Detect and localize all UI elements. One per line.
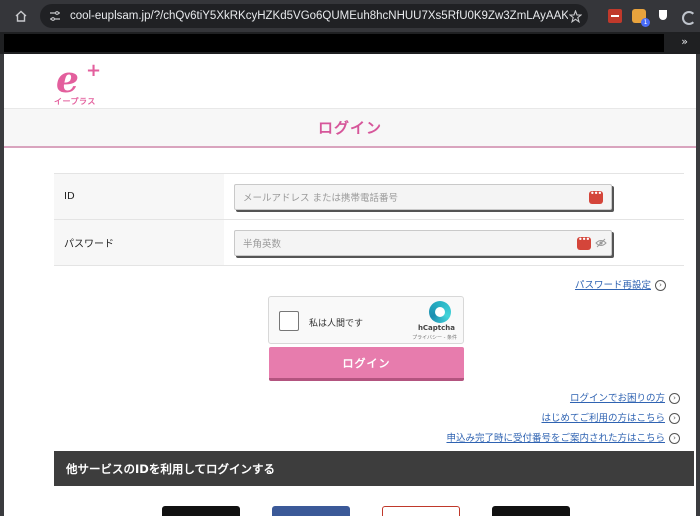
home-icon[interactable] bbox=[10, 5, 32, 27]
help-link-trouble[interactable]: ログインでお困りの方 › bbox=[446, 390, 680, 410]
captcha-label: 私は人間です bbox=[309, 319, 364, 329]
id-row: ID メールアドレス または携帯電話番号 bbox=[54, 174, 684, 220]
help-link-first-time[interactable]: はじめてご利用の方はこちら › bbox=[446, 410, 680, 430]
social-login-buttons bbox=[4, 506, 696, 516]
logo-e-mark: e bbox=[56, 59, 79, 101]
help-link-label: 申込み完了時に受付番号をご案内された方はこちら bbox=[446, 433, 665, 444]
arrow-circle-icon: › bbox=[669, 433, 680, 444]
arrow-circle-icon: › bbox=[655, 280, 666, 291]
social-login-button-3[interactable] bbox=[382, 506, 460, 516]
extension-icon[interactable] bbox=[608, 9, 622, 23]
bookmarks-bar: » bbox=[0, 32, 700, 54]
password-manager-icon[interactable] bbox=[589, 189, 603, 204]
page-title: ログイン bbox=[317, 119, 382, 137]
login-button[interactable]: ログイン bbox=[269, 347, 464, 381]
help-link-label: はじめてご利用の方はこちら bbox=[541, 413, 665, 424]
show-password-icon[interactable] bbox=[595, 238, 607, 248]
social-login-button-4[interactable] bbox=[492, 506, 570, 516]
password-field[interactable]: 半角英数 bbox=[234, 229, 612, 256]
help-link-receipt-number[interactable]: 申込み完了時に受付番号をご案内された方はこちら › bbox=[446, 430, 680, 450]
captcha-checkbox[interactable] bbox=[279, 311, 299, 331]
password-placeholder: 半角英数 bbox=[243, 238, 282, 250]
login-form: ID メールアドレス または携帯電話番号 パスワード 半角英数 bbox=[54, 173, 684, 266]
site-info-icon[interactable] bbox=[48, 9, 62, 23]
social-login-button-1[interactable] bbox=[162, 506, 240, 516]
shield-extension-icon[interactable] bbox=[656, 9, 670, 23]
password-label: パスワード bbox=[54, 220, 224, 265]
bookmarks-overflow-button[interactable]: » bbox=[681, 35, 688, 48]
page-content: e + イープラス ログイン ID メールアドレス または携帯電話番号 パスワー… bbox=[4, 54, 696, 516]
arrow-circle-icon: › bbox=[669, 393, 680, 404]
logo-plus-mark: + bbox=[86, 60, 102, 81]
id-field[interactable]: メールアドレス または携帯電話番号 bbox=[234, 183, 612, 210]
eplus-logo[interactable]: e + イープラス bbox=[52, 59, 112, 110]
browser-toolbar: cool-euplsam.jp/?/chQv6tiY5XkRKcyHZKd5VG… bbox=[0, 0, 700, 32]
rss-extension-icon[interactable]: 1 bbox=[632, 9, 650, 27]
other-services-heading: 他サービスのIDを利用してログインする bbox=[54, 451, 694, 486]
password-manager-icon[interactable] bbox=[577, 235, 591, 250]
url-text[interactable]: cool-euplsam.jp/?/chQv6tiY5XkRKcyHZKd5VG… bbox=[70, 10, 568, 22]
sync-extension-icon[interactable] bbox=[680, 9, 696, 25]
hcaptcha-logo-icon bbox=[429, 301, 451, 323]
captcha-legal-links[interactable]: プライバシー - 条件 bbox=[412, 334, 457, 341]
bookmark-star-icon[interactable] bbox=[568, 9, 582, 23]
id-label: ID bbox=[54, 174, 224, 219]
hcaptcha-widget: 私は人間です hCaptcha プライバシー - 条件 bbox=[268, 296, 464, 344]
help-links: ログインでお困りの方 › はじめてご利用の方はこちら › 申込み完了時に受付番号をご… bbox=[446, 390, 680, 450]
logo-subtext: イープラス bbox=[54, 97, 96, 106]
address-bar[interactable]: cool-euplsam.jp/?/chQv6tiY5XkRKcyHZKd5VG… bbox=[40, 4, 588, 28]
password-reset-link[interactable]: パスワード再設定 › bbox=[575, 277, 666, 291]
rss-badge: 1 bbox=[641, 18, 650, 27]
arrow-circle-icon: › bbox=[669, 413, 680, 424]
social-login-button-2[interactable] bbox=[272, 506, 350, 516]
captcha-brand: hCaptcha bbox=[417, 324, 455, 332]
help-link-label: ログインでお困りの方 bbox=[569, 393, 665, 404]
page-title-band: ログイン bbox=[4, 108, 696, 148]
password-reset-label: パスワード再設定 bbox=[574, 280, 651, 291]
redacted-bookmarks bbox=[4, 34, 664, 52]
id-placeholder: メールアドレス または携帯電話番号 bbox=[243, 192, 399, 204]
password-row: パスワード 半角英数 bbox=[54, 220, 684, 266]
